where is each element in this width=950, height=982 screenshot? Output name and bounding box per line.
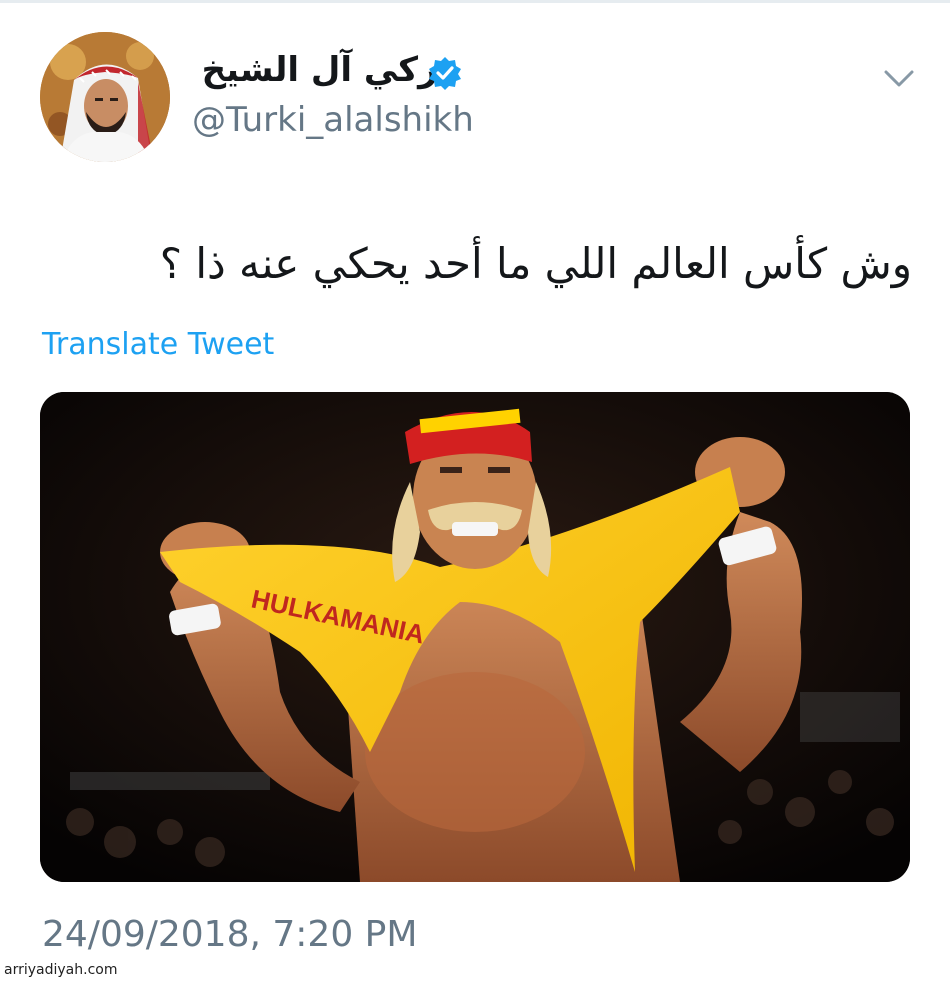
- translate-tweet-link[interactable]: Translate Tweet: [42, 322, 274, 368]
- author-handle[interactable]: @Turki_alalshikh: [192, 98, 474, 142]
- tweet-text: وش كأس العالم اللي ما أحد يحكي عنه ذا ؟: [159, 239, 912, 288]
- top-divider: [0, 0, 950, 3]
- chevron-down-icon[interactable]: [882, 66, 916, 92]
- tweet-timestamp[interactable]: 24/09/2018, 7:20 PM: [42, 910, 417, 960]
- tweet-media-photo[interactable]: HULKAMANIA: [40, 392, 910, 882]
- author-avatar[interactable]: [40, 32, 170, 162]
- author-display-name[interactable]: تركي آل الشيخ: [192, 46, 452, 94]
- wrestler-photo: HULKAMANIA: [40, 392, 910, 882]
- source-watermark: arriyadiyah.com: [4, 962, 118, 978]
- verified-badge-icon: [429, 57, 461, 90]
- avatar-image: [40, 32, 170, 162]
